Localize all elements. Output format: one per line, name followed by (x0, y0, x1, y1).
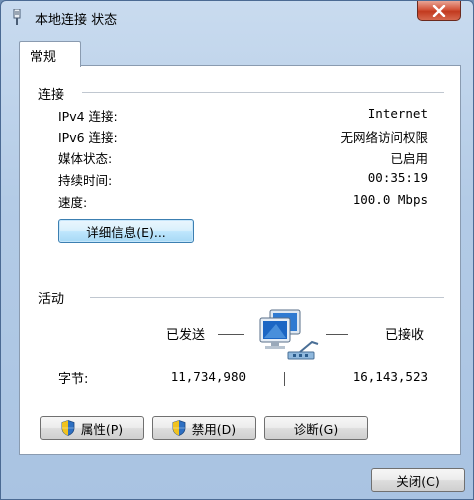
section-divider (90, 297, 444, 298)
duration-label: 持续时间: (58, 173, 113, 188)
received-label: 已接收 (385, 328, 425, 343)
ipv4-label: IPv4 连接: (58, 109, 118, 124)
details-button[interactable]: 详细信息(E)... (58, 219, 194, 243)
uac-shield-icon (61, 420, 75, 436)
close-button[interactable]: 关闭(C) (371, 468, 465, 492)
bytes-sent-value: 11,734,980 (170, 369, 246, 384)
tab-panel-general: 连接 IPv4 连接: Internet IPv6 连接: 无网络访问权限 媒体… (19, 65, 461, 455)
ipv4-value: Internet (367, 106, 428, 121)
network-computers-icon (256, 308, 324, 365)
properties-button[interactable]: 属性(P) (40, 416, 144, 440)
section-title-connection: 连接 (38, 88, 65, 103)
bytes-received-value: 16,143,523 (352, 369, 428, 384)
dialog-window: 本地连接 状态 常规 连接 IPv4 连接: Internet IPv6 连接:… (0, 0, 474, 500)
network-adapter-icon (11, 8, 23, 25)
diagnose-button[interactable]: 诊断(G) (264, 416, 368, 440)
window-title: 本地连接 状态 (35, 13, 118, 28)
sent-dash (218, 334, 244, 335)
disable-button[interactable]: 禁用(D) (152, 416, 256, 440)
section-title-activity: 活动 (38, 292, 65, 307)
received-dash (326, 334, 348, 335)
title-close-button[interactable] (417, 1, 461, 21)
sent-label: 已发送 (166, 328, 206, 343)
ipv6-label: IPv6 连接: (58, 130, 118, 145)
uac-shield-icon (172, 420, 186, 436)
speed-value: 100.0 Mbps (352, 192, 428, 207)
disable-button-label: 禁用(D) (191, 421, 237, 437)
speed-label: 速度: (58, 195, 88, 210)
media-state-label: 媒体状态: (58, 151, 113, 166)
media-state-value: 已启用 (390, 151, 428, 166)
tab-general[interactable]: 常规 (19, 41, 81, 67)
ipv6-value: 无网络访问权限 (340, 130, 428, 145)
properties-button-label: 属性(P) (80, 421, 124, 437)
duration-value: 00:35:19 (367, 170, 428, 185)
activity-divider (284, 372, 285, 386)
title-bar[interactable]: 本地连接 状态 (1, 1, 473, 33)
close-x-icon (432, 4, 446, 17)
section-divider (82, 92, 444, 93)
bytes-label: 字节: (58, 372, 89, 387)
